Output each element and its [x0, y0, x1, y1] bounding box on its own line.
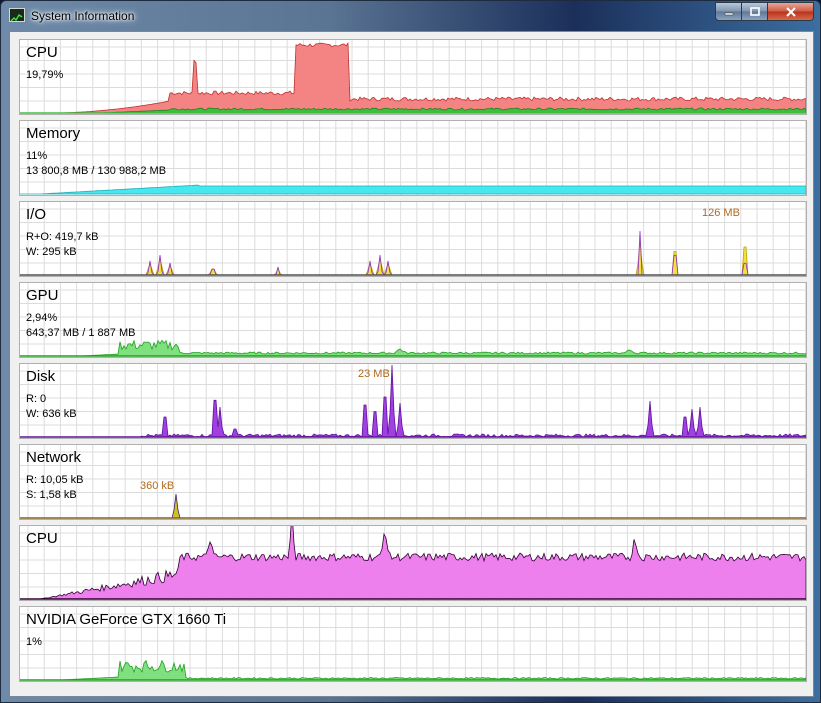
cpu-cores-panel: CPU: [19, 525, 807, 601]
cpu-cores-graph: [20, 526, 806, 600]
window-title: System Information: [31, 9, 135, 23]
network-graph: [20, 445, 806, 519]
panel-title: Disk: [26, 368, 56, 385]
panel-detail: S: 1,58 kB: [26, 489, 77, 501]
network-panel: Network R: 10,05 kB S: 1,58 kB 360 kB: [19, 444, 807, 520]
memory-panel: Memory 11% 13 800,8 MB / 130 988,2 MB: [19, 120, 807, 196]
disk-graph: [20, 364, 806, 438]
chart-icon: [9, 8, 25, 22]
cpu-graph: [20, 40, 806, 114]
panel-title: CPU: [26, 530, 58, 547]
panel-value: R: 0: [26, 393, 47, 405]
panel-value: 11%: [26, 150, 48, 162]
close-button[interactable]: [768, 2, 814, 21]
panel-detail: 643,37 MB / 1 887 MB: [26, 327, 136, 339]
panel-value: 2,94%: [26, 312, 58, 324]
minimize-icon: [724, 12, 733, 15]
panel-title: I/O: [26, 206, 47, 223]
panel-title: NVIDIA GeForce GTX 1660 Ti: [26, 611, 227, 628]
maximize-button[interactable]: [742, 2, 768, 21]
panel-value: R+O: 419,7 kB: [26, 231, 99, 243]
minimize-button[interactable]: [715, 2, 742, 21]
panel-detail: 13 800,8 MB / 130 988,2 MB: [26, 165, 167, 177]
panel-detail: W: 636 kB: [26, 408, 77, 420]
panel-value: 19,79%: [26, 69, 64, 81]
panel-title: Network: [26, 449, 82, 466]
maximize-icon: [749, 7, 760, 16]
panel-value: R: 10,05 kB: [26, 474, 84, 486]
io-graph: [20, 202, 806, 276]
graph-area: CPU 19,79% Memory 11% 13 800,8 MB / 130 …: [9, 31, 814, 697]
peak-label: 126 MB: [702, 207, 740, 219]
peak-label: 360 kB: [140, 480, 175, 492]
panel-title: GPU: [26, 287, 59, 304]
title-bar[interactable]: System Information: [1, 1, 820, 31]
panel-title: Memory: [26, 125, 81, 142]
io-panel: I/O R+O: 419,7 kB W: 295 kB 126 MB: [19, 201, 807, 277]
memory-graph: [20, 121, 806, 195]
cpu-panel: CPU 19,79%: [19, 39, 807, 115]
disk-panel: Disk R: 0 W: 636 kB 23 MB: [19, 363, 807, 439]
gpu-graph: [20, 283, 806, 357]
panel-value: 1%: [26, 636, 42, 648]
system-information-window: System Information CPU 19,79% Memory 11%…: [0, 0, 821, 703]
peak-label: 23 MB: [358, 368, 390, 380]
gpu-panel: GPU 2,94% 643,37 MB / 1 887 MB: [19, 282, 807, 358]
close-icon: [785, 6, 796, 17]
panel-detail: W: 295 kB: [26, 246, 77, 258]
panel-title: CPU: [26, 44, 58, 61]
nvidia-gpu-panel: NVIDIA GeForce GTX 1660 Ti 1%: [19, 606, 807, 682]
